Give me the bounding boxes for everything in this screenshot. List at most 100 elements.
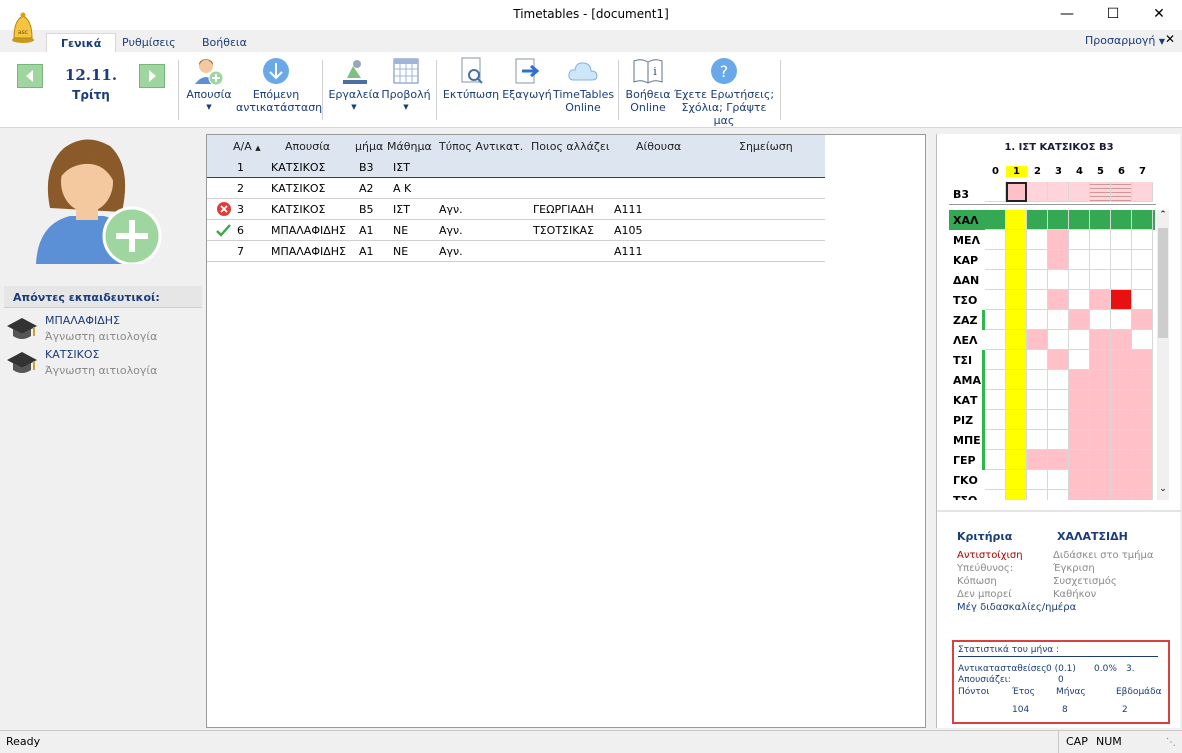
- timetable-cell[interactable]: [1132, 370, 1153, 390]
- timetable-cell[interactable]: [1027, 370, 1048, 390]
- teacher-row-label[interactable]: ΜΠΕ: [953, 434, 981, 447]
- table-row[interactable]: 1 ΚΑΤΣΙΚΟΣ Β3 ΙΣΤ: [207, 157, 825, 178]
- table-row[interactable]: 6 ΜΠΑΛΑΦΙΔΗΣ Α1 ΝΕ Αγν. ΤΣΟΤΣΙΚΑΣ Α105: [207, 220, 825, 241]
- timetable-cell[interactable]: [1090, 290, 1111, 310]
- timetable-cell[interactable]: [1048, 250, 1069, 270]
- print-button[interactable]: Εκτύπωση: [441, 56, 501, 101]
- timetable-cell[interactable]: [1027, 210, 1048, 230]
- next-day-button[interactable]: [139, 64, 165, 88]
- teacher-row-label[interactable]: ΑΜΑ: [953, 374, 981, 387]
- timetable-cell[interactable]: [1006, 470, 1027, 490]
- tab-general[interactable]: Γενικά: [46, 33, 117, 54]
- timetable-cell[interactable]: [985, 210, 1006, 230]
- timetable-cell[interactable]: [1111, 270, 1132, 290]
- timetable-cell[interactable]: [1006, 290, 1027, 310]
- teacher-row-label[interactable]: ΤΣΙ: [953, 354, 972, 367]
- timetable-cell[interactable]: [1027, 310, 1048, 330]
- timetable-cell[interactable]: [1048, 390, 1069, 410]
- teacher-row-label[interactable]: ΧΑΛ: [953, 214, 979, 227]
- teacher-row-label[interactable]: ΤΣΟ: [953, 494, 977, 500]
- timetable-cell[interactable]: [1132, 470, 1153, 490]
- timetable-cell[interactable]: [1006, 430, 1027, 450]
- scroll-down-icon[interactable]: ⌄: [1157, 484, 1169, 498]
- timetable-cell[interactable]: [1048, 410, 1069, 430]
- timetable-cell[interactable]: [1027, 250, 1048, 270]
- timetable-cell[interactable]: [1006, 230, 1027, 250]
- timetable-cell[interactable]: [1111, 310, 1132, 330]
- timetable-cell[interactable]: [1132, 410, 1153, 430]
- table-row[interactable]: 7 ΜΠΑΛΑΦΙΔΗΣ Α1 ΝΕ Αγν. Α111: [207, 241, 825, 262]
- table-row[interactable]: 3 ΚΑΤΣΙΚΟΣ Β5 ΙΣΤ Αγν. ΓΕΩΡΓΙΑΔΗ Α111: [207, 199, 825, 220]
- class-period-cell[interactable]: [1048, 182, 1069, 202]
- timetable-cell[interactable]: [1090, 310, 1111, 330]
- header-absent[interactable]: Απουσία: [285, 140, 330, 153]
- timetable-cell[interactable]: [1048, 470, 1069, 490]
- timetable-cell[interactable]: [1090, 250, 1111, 270]
- timetable-cell[interactable]: [1069, 390, 1090, 410]
- teacher-row-label[interactable]: ΜΕΛ: [953, 234, 980, 247]
- timetable-cell[interactable]: [1111, 290, 1132, 310]
- timetable-cell[interactable]: [985, 270, 1006, 290]
- class-period-cell[interactable]: [1111, 182, 1132, 202]
- timetable-cell[interactable]: [1069, 490, 1090, 500]
- timetable-cell[interactable]: [1111, 390, 1132, 410]
- timetable-cell[interactable]: [1132, 430, 1153, 450]
- timetable-cell[interactable]: [1090, 330, 1111, 350]
- timetable-cell[interactable]: [1111, 230, 1132, 250]
- timetable-cell[interactable]: [1069, 370, 1090, 390]
- teacher-row-label[interactable]: ΓΚΟ: [953, 474, 978, 487]
- header-type[interactable]: Τύπος Αντικατ.: [439, 140, 523, 153]
- tools-button[interactable]: Εργαλεία ▼: [328, 56, 380, 114]
- class-period-cell[interactable]: [1027, 182, 1048, 202]
- teacher-row-label[interactable]: ΛΕΛ: [953, 334, 978, 347]
- timetable-cell[interactable]: [1048, 330, 1069, 350]
- timetable-cell[interactable]: [1027, 290, 1048, 310]
- timetable-cell[interactable]: [1132, 350, 1153, 370]
- timetable-cell[interactable]: [1027, 330, 1048, 350]
- timetable-cell[interactable]: [1132, 210, 1153, 230]
- teacher-row-label[interactable]: ΓΕΡ: [953, 454, 976, 467]
- timetable-cell[interactable]: [1111, 370, 1132, 390]
- timetables-online-button[interactable]: TimeTables Online: [553, 56, 614, 114]
- teacher-row-label[interactable]: ΤΣΟ: [953, 294, 977, 307]
- timetable-cell[interactable]: [1090, 470, 1111, 490]
- timetable-cell[interactable]: [1027, 350, 1048, 370]
- resize-grip-icon[interactable]: ⋱: [1166, 737, 1176, 748]
- timetable-cell[interactable]: [985, 450, 1006, 470]
- timetable-cell[interactable]: [1111, 490, 1132, 500]
- teacher-row-label[interactable]: ΔΑΝ: [953, 274, 979, 287]
- timetable-cell[interactable]: [1132, 390, 1153, 410]
- timetable-cell[interactable]: [1090, 490, 1111, 500]
- timetable-cell[interactable]: [985, 470, 1006, 490]
- teacher-row-label[interactable]: ΡΙΖ: [953, 414, 973, 427]
- timetable-cell[interactable]: [1111, 250, 1132, 270]
- timetable-cell[interactable]: [1027, 270, 1048, 290]
- timetable-cell[interactable]: [1090, 370, 1111, 390]
- timetable-cell[interactable]: [1111, 450, 1132, 470]
- timetable-cell[interactable]: [985, 290, 1006, 310]
- timetable-cell[interactable]: [1069, 210, 1090, 230]
- timetable-cell[interactable]: [1006, 370, 1027, 390]
- timetable-cell[interactable]: [1048, 490, 1069, 500]
- teacher-row-label[interactable]: ΚΑΤ: [953, 394, 978, 407]
- timetable-scrollbar[interactable]: ⌃ ⌄: [1157, 210, 1169, 500]
- close-document-button[interactable]: ✕: [1165, 32, 1175, 46]
- timetable-cell[interactable]: [1006, 450, 1027, 470]
- timetable-cell[interactable]: [1048, 210, 1069, 230]
- feedback-button[interactable]: ? Έχετε Ερωτήσεις; Σχόλια; Γράψτε μας: [672, 56, 776, 127]
- header-no[interactable]: Α/Α ▲: [233, 140, 261, 153]
- timetable-cell[interactable]: [1111, 430, 1132, 450]
- scroll-up-icon[interactable]: ⌃: [1157, 210, 1169, 224]
- header-room[interactable]: Αίθουσα: [636, 140, 681, 153]
- timetable-cell[interactable]: [1090, 390, 1111, 410]
- timetable-cell[interactable]: [1090, 210, 1111, 230]
- timetable-cell[interactable]: [1048, 310, 1069, 330]
- timetable-cell[interactable]: [1048, 350, 1069, 370]
- timetable-cell[interactable]: [1111, 350, 1132, 370]
- table-row[interactable]: 2 ΚΑΤΣΙΚΟΣ Α2 Α Κ: [207, 178, 825, 199]
- absence-button[interactable]: Απουσία ▼: [184, 56, 234, 114]
- timetable-cell[interactable]: [1090, 430, 1111, 450]
- timetable-cell[interactable]: [985, 310, 1006, 330]
- header-who[interactable]: Ποιος αλλάζει: [531, 140, 610, 153]
- timetable-cell[interactable]: [1048, 270, 1069, 290]
